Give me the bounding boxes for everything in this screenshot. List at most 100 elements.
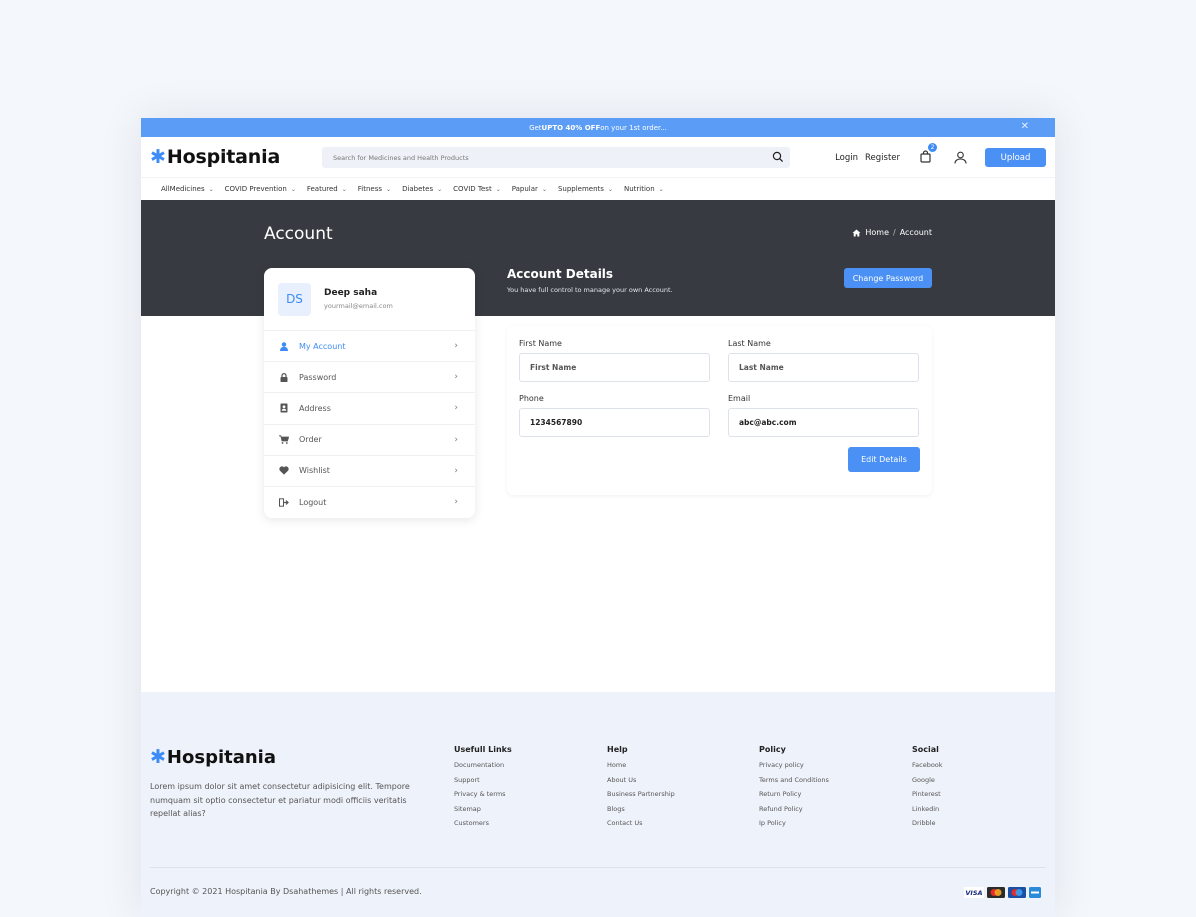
sidebar-item-label: Logout [299,498,327,508]
footer-link[interactable]: Business Partnership [607,790,675,798]
home-icon [852,229,861,236]
chevron-right-icon: › [454,372,458,383]
category-label: AllMedicines [161,185,205,193]
last-name-field: Last Name [728,339,919,382]
category-papular[interactable]: Papular ⌄ [512,185,547,193]
chevron-down-icon: ⌄ [658,185,664,193]
sidebar-item-password[interactable]: Password › [264,362,475,394]
profile-name: Deep saha [324,288,378,298]
login-link[interactable]: Login [835,153,858,163]
edit-details-button[interactable]: Edit Details [848,447,920,472]
footer-link[interactable]: Customers [454,819,512,827]
last-name-label: Last Name [728,339,771,348]
footer-link[interactable]: Contact Us [607,819,675,827]
register-link[interactable]: Register [865,153,900,163]
footer-link[interactable]: Blogs [607,805,675,813]
payment-methods: VISA [961,887,1041,898]
search-input[interactable] [333,153,753,162]
sidebar-item-address[interactable]: Address › [264,393,475,425]
category-covid-prevention[interactable]: COVID Prevention ⌄ [225,185,296,193]
sidebar-item-my-account[interactable]: My Account › [264,331,475,363]
footer-link[interactable]: Privacy policy [759,761,829,769]
footer-link[interactable]: Return Policy [759,790,829,798]
phone-label: Phone [519,394,544,403]
upload-button[interactable]: Upload [985,148,1046,167]
email-label: Email [728,394,751,403]
category-allmedicines[interactable]: AllMedicines ⌄ [161,185,214,193]
phone-input[interactable] [519,408,710,437]
chevron-down-icon: ⌄ [541,185,547,193]
category-label: Papular [511,185,538,193]
footer-logo[interactable]: ✱ Hospitania [150,746,276,768]
category-featured[interactable]: Featured ⌄ [307,185,347,193]
footer-link[interactable]: Privacy & terms [454,790,512,798]
email-input[interactable] [728,408,919,437]
sidebar-item-logout[interactable]: Logout › [264,487,475,518]
page-title: Account [264,224,333,244]
profile-header: DS Deep saha yourmail@email.com [264,268,475,331]
copyright: Copyright © 2021 Hospitania By Dsahathem… [150,887,422,896]
footer-link[interactable]: About Us [607,776,675,784]
footer-column-title: Social [912,745,939,754]
category-fitness[interactable]: Fitness ⌄ [358,185,391,193]
chevron-right-icon: › [454,496,458,507]
logo-asterisk-icon: ✱ [150,746,166,768]
footer-link[interactable]: Dribble [912,819,943,827]
chevron-right-icon: › [454,403,458,414]
profile-info: Deep saha yourmail@email.com [324,288,393,310]
sidebar-item-order[interactable]: Order › [264,425,475,456]
first-name-label: First Name [519,339,562,348]
footer-column-title: Help [607,745,628,754]
logo-asterisk-icon: ✱ [150,146,166,168]
sidebar-item-wishlist[interactable]: Wishlist › [264,456,475,487]
footer-link[interactable]: Sitemap [454,805,512,813]
footer-link[interactable]: Refund Policy [759,805,829,813]
footer-link[interactable]: Facebook [912,761,943,769]
sidebar-item-label: Order [299,435,322,445]
sidebar-item-label: Password [299,372,337,382]
page-frame: Get UPTO 40% OFF on your 1st order... ✕ … [141,118,1055,917]
sidebar-item-label: Address [299,403,331,413]
sidebar-item-label: Wishlist [299,466,330,476]
first-name-input[interactable] [519,353,710,382]
search-icon[interactable] [772,151,784,163]
footer-link[interactable]: Google [912,776,943,784]
account-details-title: Account Details [507,267,614,281]
footer-column-social: Social Facebook Google Pinterest Linkedi… [912,745,943,834]
user-icon[interactable] [954,151,967,164]
last-name-input[interactable] [728,353,919,382]
account-form: First Name Last Name Phone Email Edit De… [507,326,932,495]
logo-text: Hospitania [166,146,281,168]
category-covid-test[interactable]: COVID Test ⌄ [453,185,501,193]
chevron-down-icon: ⌄ [208,185,214,193]
footer: ✱ Hospitania Lorem ipsum dolor sit amet … [141,692,1055,917]
cart-button[interactable]: 2 [919,143,937,167]
category-supplements[interactable]: Supplements ⌄ [558,185,613,193]
close-icon[interactable]: ✕ [1021,121,1029,132]
footer-link[interactable]: Pinterest [912,790,943,798]
footer-link[interactable]: Ip Policy [759,819,829,827]
email-field: Email [728,394,919,437]
chevron-down-icon: ⌄ [290,185,296,193]
footer-link[interactable]: Terms and Conditions [759,776,829,784]
category-label: Fitness [357,185,383,193]
avatar: DS [278,282,311,316]
footer-link[interactable]: Support [454,776,512,784]
footer-link[interactable]: Home [607,761,675,769]
mastercard-icon [987,887,1005,898]
category-label: COVID Test [453,185,492,193]
footer-link[interactable]: Documentation [454,761,512,769]
chevron-right-icon: › [454,341,458,351]
address-book-icon [278,403,290,413]
promo-post: on your 1st order... [600,123,667,132]
footer-column-policy: Policy Privacy policy Terms and Conditio… [759,745,829,834]
change-password-button[interactable]: Change Password [844,268,932,288]
category-nutrition[interactable]: Nutrition ⌄ [624,185,664,193]
footer-link[interactable]: Linkedin [912,805,943,813]
category-label: Diabetes [402,185,434,193]
breadcrumb-home[interactable]: Home [865,228,889,237]
promo-bold: UPTO 40% OFF [541,123,601,132]
logo[interactable]: ✱ Hospitania [150,146,280,168]
promo-pre: Get [529,123,542,132]
category-diabetes[interactable]: Diabetes ⌄ [402,185,442,193]
